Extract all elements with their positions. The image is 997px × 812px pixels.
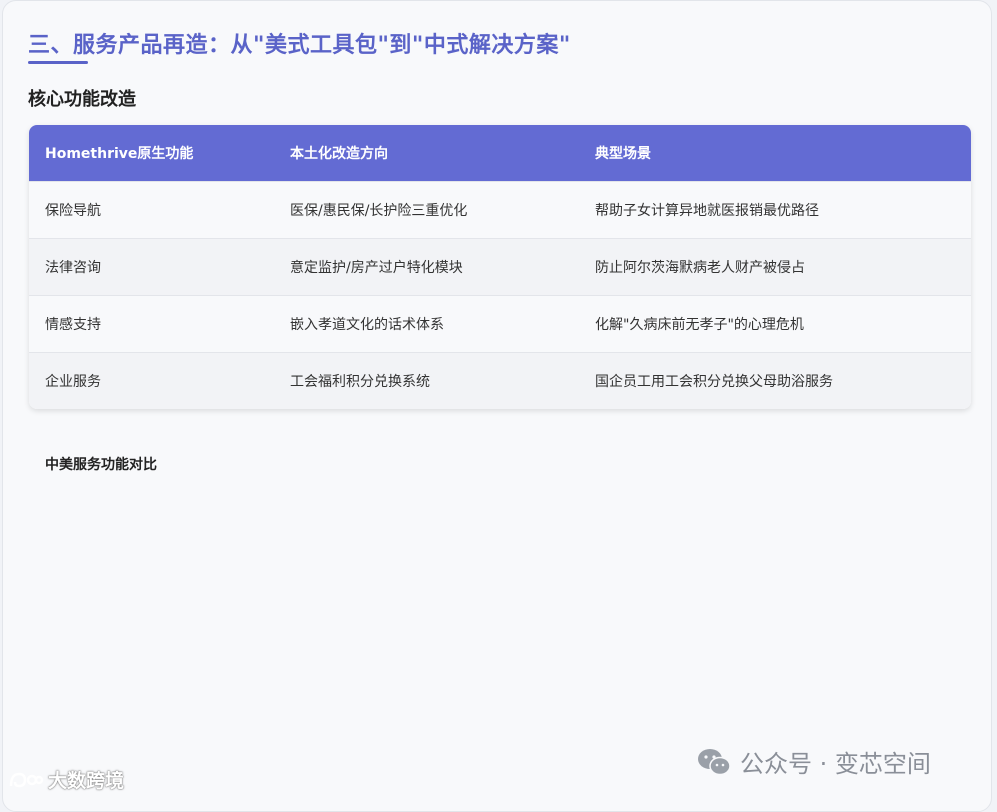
table-cell: 嵌入孝道文化的话术体系 xyxy=(274,294,579,352)
wechat-icon xyxy=(698,748,731,775)
column-header-scenario: 典型场景 xyxy=(579,125,971,181)
table-cell: 帮助子女计算异地就医报销最优路径 xyxy=(579,180,971,238)
subsection-title: 核心功能改造 xyxy=(28,89,136,110)
table-cell: 企业服务 xyxy=(29,351,274,409)
table-cell: 医保/惠民保/长护险三重优化 xyxy=(274,180,579,238)
section-title: 三、服务产品再造：从"美式工具包"到"中式解决方案" xyxy=(28,33,571,58)
watermark-logo: 大数跨境 xyxy=(8,766,124,793)
table-cell: 保险导航 xyxy=(29,180,274,238)
content-card: 三、服务产品再造：从"美式工具包"到"中式解决方案" 核心功能改造 Hometh… xyxy=(2,0,992,812)
table-row: 企业服务 工会福利积分兑换系统 国企员工用工会积分兑换父母助浴服务 xyxy=(29,351,971,409)
watermark-logo-text: 大数跨境 xyxy=(48,770,125,792)
column-header-original: Homethrive原生功能 xyxy=(29,125,274,181)
table-row: 法律咨询 意定监护/房产过户特化模块 防止阿尔茨海默病老人财产被侵占 xyxy=(29,237,971,295)
table-cell: 工会福利积分兑换系统 xyxy=(274,351,579,409)
column-header-localization: 本土化改造方向 xyxy=(274,125,579,181)
table-cell: 意定监护/房产过户特化模块 xyxy=(274,237,579,295)
table-cell: 法律咨询 xyxy=(29,237,274,295)
table-row: 保险导航 医保/惠民保/长护险三重优化 帮助子女计算异地就医报销最优路径 xyxy=(29,180,971,238)
table-header-row: Homethrive原生功能 本土化改造方向 典型场景 xyxy=(29,125,971,181)
table-row: 情感支持 嵌入孝道文化的话术体系 化解"久病床前无孝子"的心理危机 xyxy=(29,294,971,352)
watermark-official-account: 公众号 · 变芯空间 xyxy=(696,744,931,779)
table-cell: 国企员工用工会积分兑换父母助浴服务 xyxy=(579,351,971,409)
logo-icon xyxy=(9,772,44,787)
table-cell: 化解"久病床前无孝子"的心理危机 xyxy=(579,294,971,352)
table-cell: 防止阿尔茨海默病老人财产被侵占 xyxy=(579,237,971,295)
function-table: Homethrive原生功能 本土化改造方向 典型场景 保险导航 医保/惠民保/… xyxy=(29,125,971,409)
title-underline xyxy=(28,61,88,64)
chart-caption: 中美服务功能对比 xyxy=(45,457,157,473)
watermark-text: 公众号 · 变芯空间 xyxy=(740,750,931,778)
table-cell: 情感支持 xyxy=(29,294,274,352)
